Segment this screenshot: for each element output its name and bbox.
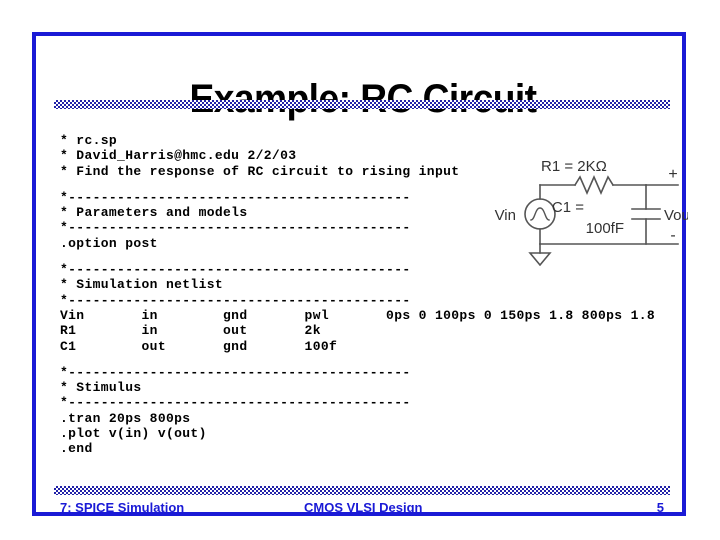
voltage-source-waveform-glyph	[530, 207, 550, 221]
code-line: C1 out gnd 100f	[60, 338, 338, 354]
vout-minus-sign: -	[670, 227, 675, 244]
footer-page-number: 5	[656, 500, 664, 515]
slide-footer: 7: SPICE Simulation CMOS VLSI Design 5	[54, 498, 670, 518]
capacitor-label-top: C1 =	[552, 199, 584, 216]
title-divider-rule	[54, 100, 670, 109]
ground-symbol	[528, 252, 552, 266]
slide-canvas: Example: RC Circuit * rc.sp * David_Harri…	[0, 0, 720, 540]
output-label: Vout	[664, 207, 688, 224]
code-line: R1 in out 2k	[60, 323, 321, 339]
page-title: Example: RC Circuit	[189, 76, 537, 121]
resistor-symbol	[573, 175, 615, 195]
code-line: * Stimulus	[60, 380, 142, 396]
footer-section-title: 7: SPICE Simulation	[60, 500, 185, 515]
footer-book-title: CMOS VLSI Design	[304, 500, 423, 515]
code-line: * Simulation netlist	[60, 277, 224, 293]
vout-plus-sign: +	[668, 166, 677, 183]
voltage-source-circle	[524, 198, 556, 230]
code-line: .plot v(in) v(out)	[60, 426, 207, 442]
capacitor-label-bottom: 100fF	[586, 220, 624, 237]
rc-circuit-schematic: R1 = 2KΩ C1 = 100fF Vin Vout + -	[478, 141, 688, 266]
footer-divider-rule	[54, 486, 670, 495]
code-line: *---------------------------------------…	[60, 364, 411, 380]
resistor-label: R1 = 2KΩ	[541, 158, 607, 175]
code-line: .tran 20ps 800ps	[60, 410, 191, 426]
source-label: Vin	[495, 207, 516, 224]
slide-frame: Example: RC Circuit * rc.sp * David_Harri…	[32, 32, 688, 518]
code-line: *---------------------------------------…	[60, 292, 411, 308]
code-line: *---------------------------------------…	[60, 395, 411, 411]
code-line: .end	[60, 441, 93, 457]
code-line: Vin in gnd pwl 0ps 0 100ps 0 150ps 1.8 8…	[60, 307, 656, 323]
